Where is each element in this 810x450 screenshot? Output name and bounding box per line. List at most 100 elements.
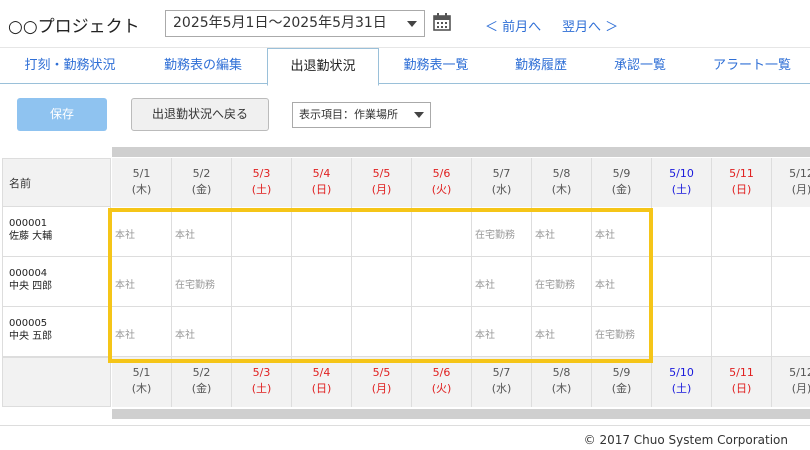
work-location-cell[interactable] (232, 307, 292, 357)
next-month-link[interactable]: 翌月へ ＞ (562, 16, 618, 35)
back-to-attendance-button[interactable]: 出退勤状況へ戻る (131, 98, 269, 131)
work-location-cell[interactable] (232, 257, 292, 307)
date-label: 5/5 (372, 366, 391, 379)
copyright: © 2017 Chuo System Corporation (583, 433, 788, 447)
date-footer-cell: 5/8 (木) (532, 357, 592, 407)
work-location-cell[interactable]: 在宅勤務 (532, 257, 592, 307)
day-of-week-label: (日) (731, 382, 752, 395)
display-item-select[interactable]: 表示項目：作業場所 (292, 102, 431, 128)
date-label: 5/10 (669, 366, 694, 379)
work-location-cell[interactable]: 本社 (172, 307, 232, 357)
footer-divider (0, 425, 810, 426)
date-footer-cell: 5/5 (月) (352, 357, 412, 407)
prev-month-link[interactable]: ＜ 前月へ (485, 16, 541, 35)
date-label: 5/5 (372, 167, 391, 180)
work-location-cell[interactable]: 本社 (472, 257, 532, 307)
day-of-week-label: (火) (431, 183, 452, 196)
work-location-cell[interactable] (772, 307, 810, 357)
date-footer-cell: 5/9 (金) (592, 357, 652, 407)
work-location-cell[interactable] (292, 257, 352, 307)
date-footer-cell: 5/11 (日) (712, 357, 772, 407)
work-location-cell[interactable] (412, 207, 472, 257)
work-location-cell[interactable]: 在宅勤務 (592, 307, 652, 357)
chevron-down-icon (414, 112, 424, 118)
work-location-cell[interactable]: 本社 (532, 307, 592, 357)
tab-clock-status[interactable]: 打刻・勤務状況 (10, 48, 130, 85)
horizontal-scrollbar-top[interactable] (112, 147, 810, 157)
work-location-cell[interactable] (412, 257, 472, 307)
period-select[interactable]: 2025年5月1日～2025年5月31日 (165, 10, 425, 37)
work-location-cell[interactable] (652, 257, 712, 307)
work-location-cell[interactable]: 本社 (112, 257, 172, 307)
tab-edit-timesheet[interactable]: 勤務表の編集 (148, 48, 258, 85)
day-of-week-label: (木) (551, 382, 572, 395)
date-footer-cell: 5/6 (火) (412, 357, 472, 407)
date-label: 5/6 (432, 167, 451, 180)
tab-alert-list[interactable]: アラート一覧 (700, 48, 804, 85)
employee-name: 中央 四郎 (9, 281, 53, 292)
tab-timesheet-list[interactable]: 勤務表一覧 (388, 48, 484, 85)
day-of-week-label: (水) (491, 382, 512, 395)
work-location-cell[interactable] (352, 257, 412, 307)
work-location-cell[interactable] (652, 307, 712, 357)
work-location-cell[interactable]: 本社 (472, 307, 532, 357)
day-of-week-label: (日) (731, 183, 752, 196)
work-location-cell[interactable] (292, 207, 352, 257)
date-footer-cell: 5/3 (土) (232, 357, 292, 407)
project-title: ○○プロジェクト (8, 17, 140, 37)
date-header-cell: 5/11 (日) (712, 158, 772, 207)
employee-name-cell: 000005 中央 五郎 (2, 307, 111, 357)
employee-name-cell: 000004 中央 四郎 (2, 257, 111, 307)
date-footer-cell: 5/12 (月) (772, 357, 810, 407)
work-location-cell[interactable] (652, 207, 712, 257)
work-location-cell[interactable] (412, 307, 472, 357)
work-location-cell[interactable]: 本社 (112, 207, 172, 257)
date-header-cell: 5/8 (木) (532, 158, 592, 207)
work-location-cell[interactable]: 本社 (592, 207, 652, 257)
work-location-cell[interactable]: 本社 (532, 207, 592, 257)
work-location-cell[interactable] (232, 207, 292, 257)
work-location-cell[interactable] (352, 207, 412, 257)
day-of-week-label: (水) (491, 183, 512, 196)
work-location-cell[interactable] (712, 307, 772, 357)
horizontal-scrollbar-bottom[interactable] (112, 409, 810, 419)
work-location-cell[interactable] (772, 257, 810, 307)
work-location-cell[interactable]: 在宅勤務 (472, 207, 532, 257)
day-of-week-label: (日) (311, 382, 332, 395)
day-of-week-label: (土) (251, 183, 272, 196)
work-location-cell[interactable]: 本社 (172, 207, 232, 257)
work-location-cell[interactable] (352, 307, 412, 357)
date-label: 5/8 (552, 167, 571, 180)
work-location-cell[interactable] (712, 207, 772, 257)
save-button[interactable]: 保存 (17, 98, 107, 131)
day-of-week-label: (土) (251, 382, 272, 395)
day-of-week-label: (土) (671, 382, 692, 395)
work-location-cell[interactable] (772, 207, 810, 257)
tab-work-history[interactable]: 勤務履歴 (498, 48, 584, 85)
employee-id: 000005 (9, 318, 48, 329)
tab-approval-list[interactable]: 承認一覧 (598, 48, 682, 85)
work-location-cell[interactable]: 在宅勤務 (172, 257, 232, 307)
work-location-cell[interactable]: 本社 (592, 257, 652, 307)
date-label: 5/12 (789, 167, 810, 180)
date-label: 5/9 (612, 366, 631, 379)
calendar-icon[interactable] (432, 12, 452, 32)
date-label: 5/1 (132, 167, 151, 180)
tab-attendance-status[interactable]: 出退勤状況 (267, 48, 379, 86)
date-label: 5/3 (252, 366, 271, 379)
date-footer-cell: 5/1 (木) (112, 357, 172, 407)
date-label: 5/10 (669, 167, 694, 180)
tab-bar: 打刻・勤務状況 勤務表の編集 出退勤状況 勤務表一覧 勤務履歴 承認一覧 アラー… (0, 47, 810, 86)
day-of-week-label: (金) (611, 183, 632, 196)
work-location-cell[interactable]: 本社 (112, 307, 172, 357)
work-location-cell[interactable] (712, 257, 772, 307)
display-item-value: 表示項目：作業場所 (299, 108, 398, 121)
day-of-week-label: (金) (191, 183, 212, 196)
work-location-cell[interactable] (292, 307, 352, 357)
day-of-week-label: (日) (311, 183, 332, 196)
employee-id: 000001 (9, 218, 48, 229)
date-footer-cell: 5/10 (土) (652, 357, 712, 407)
date-header-cell: 5/12 (月) (772, 158, 810, 207)
date-header-cell: 5/5 (月) (352, 158, 412, 207)
day-of-week-label: (月) (371, 183, 392, 196)
